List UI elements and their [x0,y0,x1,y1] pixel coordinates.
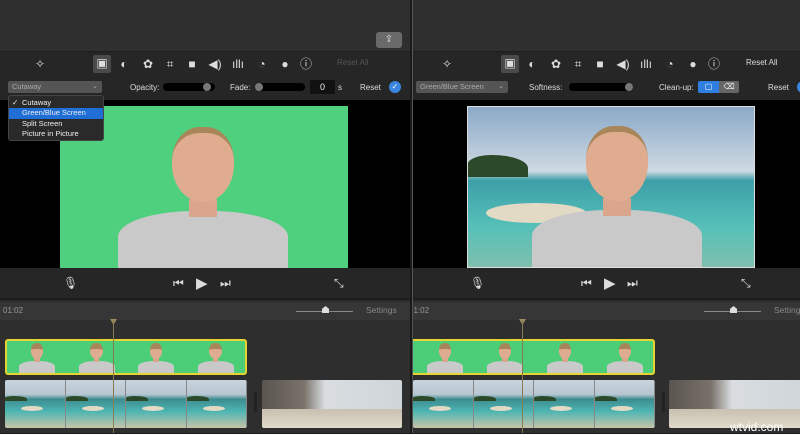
beach-clip[interactable] [413,380,655,428]
timecode: 01:02 [3,306,24,315]
reset-all-button[interactable]: Reset All [746,58,778,67]
cleanup-eraser-button[interactable]: ⌫ [719,81,739,93]
reset-button[interactable]: Reset [768,83,789,92]
volume-icon[interactable]: ◀) [207,56,223,72]
fade-label: Fade: [230,83,251,92]
green-screen-clip[interactable] [413,339,655,375]
video-overlay-icon[interactable]: ▣ [93,55,111,73]
presenter-image [532,117,702,267]
transition-marker[interactable] [254,392,257,412]
menu-item-picture-in-picture[interactable]: Picture in Picture [9,129,103,139]
next-button[interactable]: ⏭︎ [627,276,638,291]
stabilization-icon[interactable]: ■ [592,56,608,72]
title-bar [413,0,800,52]
rocky-beach-clip[interactable] [262,380,402,428]
info-icon[interactable]: ⓘ [706,56,722,72]
menu-item-green-blue-screen[interactable]: Green/Blue Screen [9,108,103,119]
next-button[interactable]: ⏭︎ [220,276,231,291]
timecode: 01:02 [413,306,430,315]
presenter-image [118,118,288,268]
speed-icon[interactable]: ◔ [662,56,678,72]
crop-icon[interactable]: ⌗ [162,56,178,72]
fade-slider-knob[interactable] [255,83,263,91]
microphone-icon[interactable]: 🎙︎ [470,276,485,290]
noise-filter-icon[interactable]: ● [277,56,293,72]
playhead[interactable] [522,320,523,433]
overlay-mode-menu: ✓ Cutaway Green/Blue Screen Split Screen … [8,95,104,141]
opacity-slider-knob[interactable] [202,83,211,91]
island-image [468,155,528,177]
color-balance-icon[interactable]: ◐ [524,56,540,72]
opacity-slider[interactable] [163,83,215,91]
microphone-icon[interactable]: 🎙︎ [63,276,78,290]
watermark: wtvid.com [730,420,784,434]
previous-button[interactable]: ⏮︎ [581,276,592,291]
playhead[interactable] [113,320,114,433]
share-button[interactable]: ⇪ [376,32,402,48]
cleanup-label: Clean-up: [659,83,694,92]
softness-slider[interactable] [569,83,633,91]
color-balance-icon[interactable]: ◐ [116,56,132,72]
volume-icon[interactable]: ◀) [615,56,631,72]
beach-clip[interactable] [5,380,247,428]
chevron-down-icon: ⌄ [92,83,98,90]
info-icon[interactable]: ⓘ [298,56,314,72]
video-viewer [413,100,800,268]
green-screen-clip[interactable] [5,339,247,375]
color-palette-icon[interactable]: ✿ [140,56,156,72]
equalizer-icon[interactable]: ıllı [638,56,654,72]
opacity-label: Opacity: [130,83,160,92]
stabilization-icon[interactable]: ■ [184,56,200,72]
composited-beach-frame [467,106,755,268]
chevron-down-icon: ⌄ [498,83,504,90]
video-overlay-icon[interactable]: ▣ [501,55,519,73]
menu-item-split-screen[interactable]: Split Screen [9,119,103,129]
settings-button[interactable]: Settings [774,305,800,315]
play-button[interactable]: ▶ [604,274,616,292]
cleanup-crop-button[interactable]: ▢ [698,81,719,93]
title-bar [0,0,410,52]
reset-all-button[interactable]: Reset All [337,58,369,67]
transition-marker[interactable] [662,392,665,412]
speed-icon[interactable]: ◔ [254,56,270,72]
overlay-mode-value: Cutaway [12,82,42,91]
noise-filter-icon[interactable]: ● [685,56,701,72]
magic-wand-icon[interactable]: ✧ [439,56,455,72]
fullscreen-icon[interactable]: ⤡ [741,276,751,291]
softness-label: Softness: [529,83,563,92]
settings-button[interactable]: Settings [366,305,397,315]
fade-slider[interactable] [255,83,305,91]
previous-button[interactable]: ⏮︎ [173,276,184,291]
overlay-mode-value: Green/Blue Screen [420,82,484,91]
editor-panel-cutaway: ⇪ ✧ ▣ ◐ ✿ ⌗ ■ ◀) ıllı ◔ ● ⓘ Reset All Cu… [0,0,410,433]
color-palette-icon[interactable]: ✿ [548,56,564,72]
equalizer-icon[interactable]: ıllı [230,56,246,72]
fade-unit: s [338,83,342,92]
play-button[interactable]: ▶ [196,274,208,292]
crop-icon[interactable]: ⌗ [570,56,586,72]
checkmark-icon: ✓ [12,98,19,107]
magic-wand-icon[interactable]: ✧ [32,56,48,72]
menu-item-cutaway[interactable]: ✓ Cutaway [9,98,103,108]
fade-duration-input[interactable]: 0 [310,80,335,94]
overlay-mode-dropdown[interactable]: Green/Blue Screen ⌄ [416,81,508,93]
fullscreen-icon[interactable]: ⤡ [334,276,344,291]
overlay-mode-dropdown[interactable]: Cutaway ⌄ [8,81,102,93]
editor-panel-green-screen: ✧ ▣ ◐ ✿ ⌗ ■ ◀) ıllı ◔ ● ⓘ Reset All Gree… [412,0,800,433]
softness-slider-knob[interactable] [625,83,633,91]
reset-button[interactable]: Reset [360,83,381,92]
apply-checkmark-button[interactable]: ✓ [389,81,401,93]
